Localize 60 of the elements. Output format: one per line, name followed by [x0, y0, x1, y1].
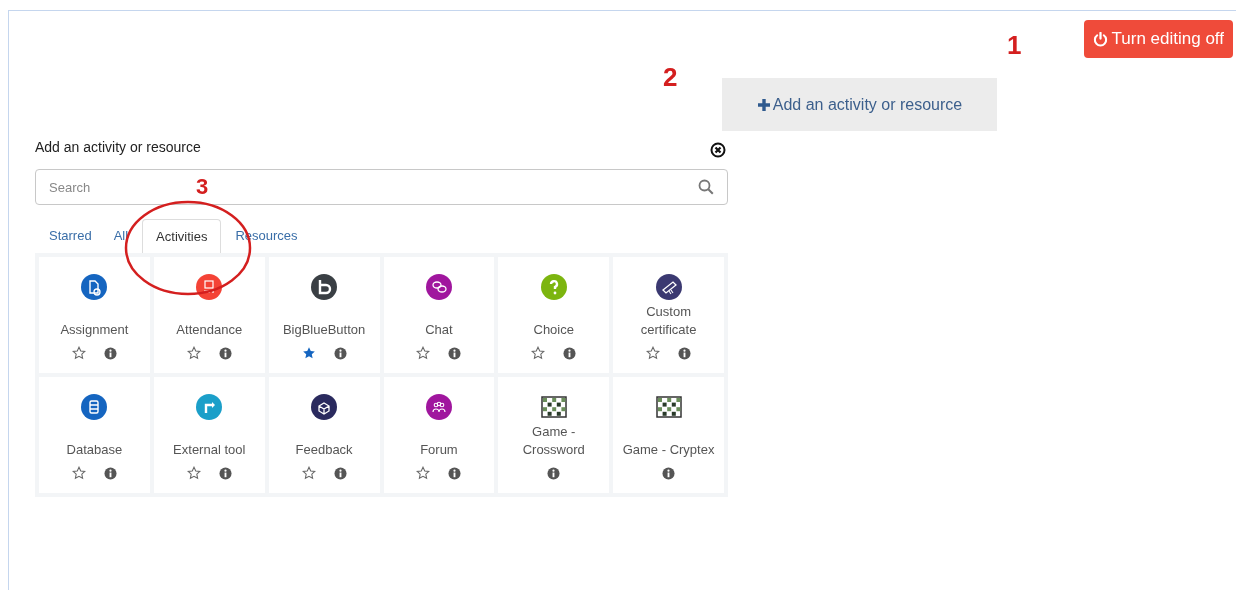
star-icon[interactable]	[301, 466, 316, 480]
annotation-number: 3	[196, 173, 209, 201]
info-icon[interactable]	[103, 346, 117, 360]
activity-tile[interactable]: Attendance	[153, 257, 265, 373]
chooser-title: Add an activity or resource	[35, 137, 201, 157]
activity-tile[interactable]: Database	[39, 377, 150, 493]
info-icon[interactable]	[547, 466, 561, 480]
activity-tile[interactable]: Feedback	[268, 377, 380, 493]
activity-name: Attendance	[176, 321, 243, 339]
activity-tile[interactable]: Choice	[498, 257, 610, 373]
star-icon[interactable]	[416, 466, 431, 480]
activity-name: BigBlueButton	[282, 321, 366, 339]
activity-tile[interactable]: Assignment	[39, 257, 150, 373]
annotation-number: 2	[663, 61, 678, 94]
plus-icon	[756, 97, 771, 112]
info-icon[interactable]	[662, 466, 676, 480]
power-icon	[1092, 31, 1108, 47]
activity-name: Forum	[420, 441, 458, 459]
activity-name: External tool	[173, 441, 246, 459]
annotation-number: 1	[1007, 29, 1022, 62]
info-icon[interactable]	[218, 466, 232, 480]
star-icon[interactable]	[416, 346, 431, 360]
checkerboard-icon	[539, 393, 568, 421]
activity-name: Chat	[425, 321, 453, 339]
info-icon[interactable]	[563, 346, 577, 360]
star-icon[interactable]	[186, 346, 201, 360]
activity-name: Custom certificate	[639, 303, 698, 339]
activity-name: Game - Crossword	[521, 423, 586, 459]
activity-tile[interactable]: Custom certificate	[613, 257, 724, 373]
info-icon[interactable]	[448, 346, 462, 360]
star-icon[interactable]	[531, 346, 546, 360]
turn-editing-off-button[interactable]: Turn editing off	[1083, 20, 1233, 58]
chooser-tab[interactable]: Starred	[41, 219, 100, 253]
activity-name: Assignment	[60, 321, 129, 339]
activity-tile[interactable]: Forum	[383, 377, 495, 493]
star-icon[interactable]	[71, 346, 86, 360]
info-icon[interactable]	[333, 346, 347, 360]
activity-name: Game - Cryptex	[622, 441, 715, 459]
activity-name: Choice	[533, 321, 574, 339]
star-icon[interactable]	[186, 466, 201, 480]
star-icon[interactable]	[646, 346, 661, 360]
info-icon[interactable]	[218, 346, 232, 360]
activity-tile[interactable]: Chat	[383, 257, 495, 373]
activity-tile[interactable]: Game - Crossword	[498, 377, 610, 493]
close-icon[interactable]	[710, 141, 726, 158]
info-icon[interactable]	[103, 466, 117, 480]
chooser-tab[interactable]: All	[105, 219, 137, 253]
activity-tile[interactable]: Game - Cryptex	[613, 377, 724, 493]
activity-tile[interactable]: BigBlueButton	[268, 257, 380, 373]
activity-name: Database	[66, 441, 123, 459]
star-icon[interactable]	[71, 466, 86, 480]
chooser-tab[interactable]: Activities	[142, 219, 222, 253]
star-icon[interactable]	[301, 346, 316, 360]
activity-tile[interactable]: External tool	[153, 377, 265, 493]
info-icon[interactable]	[448, 466, 462, 480]
activity-name: Feedback	[295, 441, 353, 459]
search-icon[interactable]	[698, 179, 714, 195]
checkerboard-icon	[654, 393, 683, 421]
info-icon[interactable]	[678, 346, 692, 360]
info-icon[interactable]	[333, 466, 347, 480]
